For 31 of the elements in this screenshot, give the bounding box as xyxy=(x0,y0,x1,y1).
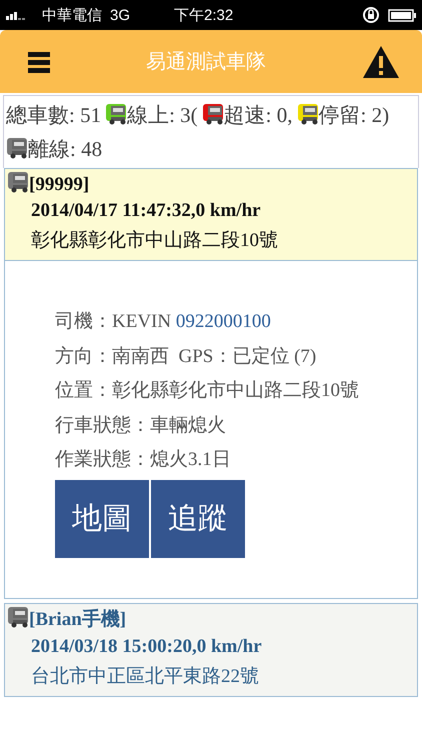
vehicle-time-speed: 2014/04/17 11:47:32,0 km/hr xyxy=(31,200,261,221)
fleet-count: 線上: 3( xyxy=(127,103,198,127)
menu-icon[interactable] xyxy=(28,50,50,72)
fleet-count: 總車數: 51 xyxy=(6,103,102,127)
action-button[interactable]: 地圖 xyxy=(55,480,149,558)
driving-status-text: 行車狀態：車輛熄火 xyxy=(55,414,227,438)
clock-time: 下午2:32 xyxy=(174,6,234,24)
driver-label: 司機：KEVIN xyxy=(55,311,172,332)
phone-link[interactable]: 0922000100 xyxy=(176,311,271,332)
fleet-count: 超速: 0, xyxy=(224,103,293,127)
fleet-count: 停留: 2) xyxy=(318,103,390,127)
vehicle-address: 彰化縣彰化市中山路二段10號 xyxy=(31,230,278,251)
work-status-text: 作業狀態：熄火3.1日 xyxy=(55,448,232,472)
vehicle-time-speed: 2014/03/18 15:00:20,0 km/hr xyxy=(31,636,262,656)
vehicle-name: [Brian手機] xyxy=(29,608,126,630)
rotation-lock-icon xyxy=(362,6,380,24)
carrier-name: 中華電信 xyxy=(42,6,102,24)
vehicle-card[interactable]: [99999] 2014/04/17 11:47:32,0 km/hr 彰化縣彰化市中山路二段10號 xyxy=(4,168,418,261)
vehicle-address: 台北市中正區北平東路22號 xyxy=(31,666,259,686)
network-type: 3G xyxy=(110,6,130,24)
vehicle-name: [99999] xyxy=(29,174,90,195)
vehicle-card[interactable]: [Brian手機] 2014/03/18 15:00:20,0 km/hr 台北市中正區北平東路22號 xyxy=(4,602,418,696)
location-text: 位置：彰化縣彰化市中山路二段10號 xyxy=(55,379,360,403)
action-button[interactable]: 追蹤 xyxy=(151,480,245,558)
battery-icon xyxy=(388,8,416,22)
direction-text: 方向：南南西 GPS：已定位 (7) xyxy=(55,344,318,368)
truck-icon xyxy=(7,171,29,193)
header-title: 易通測試車隊 xyxy=(146,48,266,75)
warning-icon[interactable] xyxy=(362,44,400,78)
fleet-count: 離線: 48 xyxy=(28,137,102,161)
truck-icon xyxy=(7,606,29,628)
